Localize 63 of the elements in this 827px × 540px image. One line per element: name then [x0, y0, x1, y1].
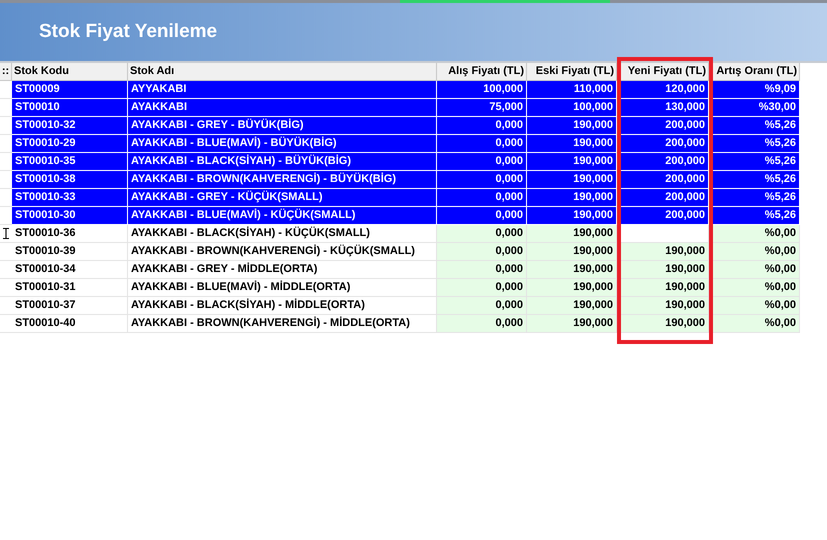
table-cell[interactable]: AYAKKABI - BLACK(SİYAH) - MİDDLE(ORTA) [128, 297, 437, 315]
table-cell[interactable]: 190,000 [527, 297, 617, 315]
window-title: Stok Fiyat Yenileme [39, 20, 218, 44]
table-cell[interactable]: ST00009 [12, 81, 128, 99]
table-cell[interactable]: AYAKKABI - BROWN(KAHVERENGİ) - MİDDLE(ORTA) [128, 315, 437, 333]
table-cell[interactable]: 110,000 [527, 81, 617, 99]
table-cell[interactable]: AYAKKABI - BROWN(KAHVERENGİ) - KÜÇÜK(SMALL) [128, 243, 437, 261]
table-cell[interactable]: 0,000 [437, 243, 527, 261]
table-cell[interactable]: 100,000 [527, 99, 617, 117]
table-cell[interactable]: 0,000 [437, 261, 527, 279]
table-cell[interactable]: ST00010-32 [12, 117, 128, 135]
table-cell[interactable]: 190,000 [527, 279, 617, 297]
table-cell[interactable]: ST00010-36 [12, 225, 128, 243]
table-cell[interactable]: 0,000 [437, 279, 527, 297]
table-cell[interactable]: 190,000 [527, 153, 617, 171]
table-cell[interactable]: 0,000 [437, 225, 527, 243]
table-cell[interactable]: ST00010-37 [12, 297, 128, 315]
table-cell[interactable]: 100,000 [437, 81, 527, 99]
table-cell[interactable]: AYAKKABI - BLACK(SİYAH) - BÜYÜK(BİG) [128, 153, 437, 171]
row-marker-header: :: [0, 63, 12, 81]
table-cell[interactable]: 190,000 [527, 225, 617, 243]
table-cell[interactable]: AYAKKABI - BLACK(SİYAH) - KÜÇÜK(SMALL) [128, 225, 437, 243]
table-cell[interactable]: AYAKKABI - GREY - MİDDLE(ORTA) [128, 261, 437, 279]
table-cell[interactable]: 0,000 [437, 315, 527, 333]
table-cell[interactable]: 0,000 [437, 171, 527, 189]
table-cell[interactable]: 0,000 [437, 297, 527, 315]
table-cell[interactable]: 190,000 [527, 261, 617, 279]
table-cell[interactable]: ST00010-29 [12, 135, 128, 153]
table-cell[interactable]: 190,000 [527, 189, 617, 207]
column-header[interactable]: Stok Kodu [12, 63, 128, 81]
column-header[interactable]: Alış Fiyatı (TL) [437, 63, 527, 81]
table-cell[interactable]: 190,000 [527, 207, 617, 225]
table-cell[interactable]: ST00010-31 [12, 279, 128, 297]
table-cell[interactable]: 190,000 [527, 135, 617, 153]
table-cell[interactable]: 0,000 [437, 189, 527, 207]
table-cell[interactable]: 190,000 [527, 171, 617, 189]
table-cell[interactable]: 190,000 [527, 117, 617, 135]
table-cell[interactable]: AYAKKABI - BLUE(MAVİ) - BÜYÜK(BİG) [128, 135, 437, 153]
table-cell[interactable]: ST00010-39 [12, 243, 128, 261]
table-cell[interactable]: ST00010-33 [12, 189, 128, 207]
table-cell[interactable]: 0,000 [437, 135, 527, 153]
column-header[interactable]: Stok Adı [128, 63, 437, 81]
table-cell[interactable]: 190,000 [527, 243, 617, 261]
table-cell[interactable]: AYAKKABI - BLUE(MAVİ) - MİDDLE(ORTA) [128, 279, 437, 297]
table-cell[interactable]: ST00010-34 [12, 261, 128, 279]
table-cell[interactable]: 75,000 [437, 99, 527, 117]
table-cell[interactable]: ST00010-30 [12, 207, 128, 225]
table-cell[interactable]: AYAKKABI - BLUE(MAVİ) - KÜÇÜK(SMALL) [128, 207, 437, 225]
table-cell[interactable]: AYAKKABI - GREY - KÜÇÜK(SMALL) [128, 189, 437, 207]
table-cell[interactable]: 0,000 [437, 153, 527, 171]
table-cell[interactable]: AYAKKABI - BROWN(KAHVERENGİ) - BÜYÜK(BİG) [128, 171, 437, 189]
table-cell[interactable]: AYAKKABI [128, 99, 437, 117]
table-cell[interactable]: AYAKKABI - GREY - BÜYÜK(BİG) [128, 117, 437, 135]
column-header[interactable]: Eski Fiyatı (TL) [527, 63, 617, 81]
table-cell[interactable]: ST00010-38 [12, 171, 128, 189]
text-cursor-icon [3, 228, 9, 239]
table-cell[interactable]: ST00010-35 [12, 153, 128, 171]
table-cell[interactable]: 0,000 [437, 207, 527, 225]
table-cell[interactable]: ST00010-40 [12, 315, 128, 333]
table-cell[interactable]: 190,000 [527, 315, 617, 333]
table-cell[interactable]: 0,000 [437, 117, 527, 135]
table-cell[interactable]: ST00010 [12, 99, 128, 117]
table-cell[interactable]: AYYAKABI [128, 81, 437, 99]
